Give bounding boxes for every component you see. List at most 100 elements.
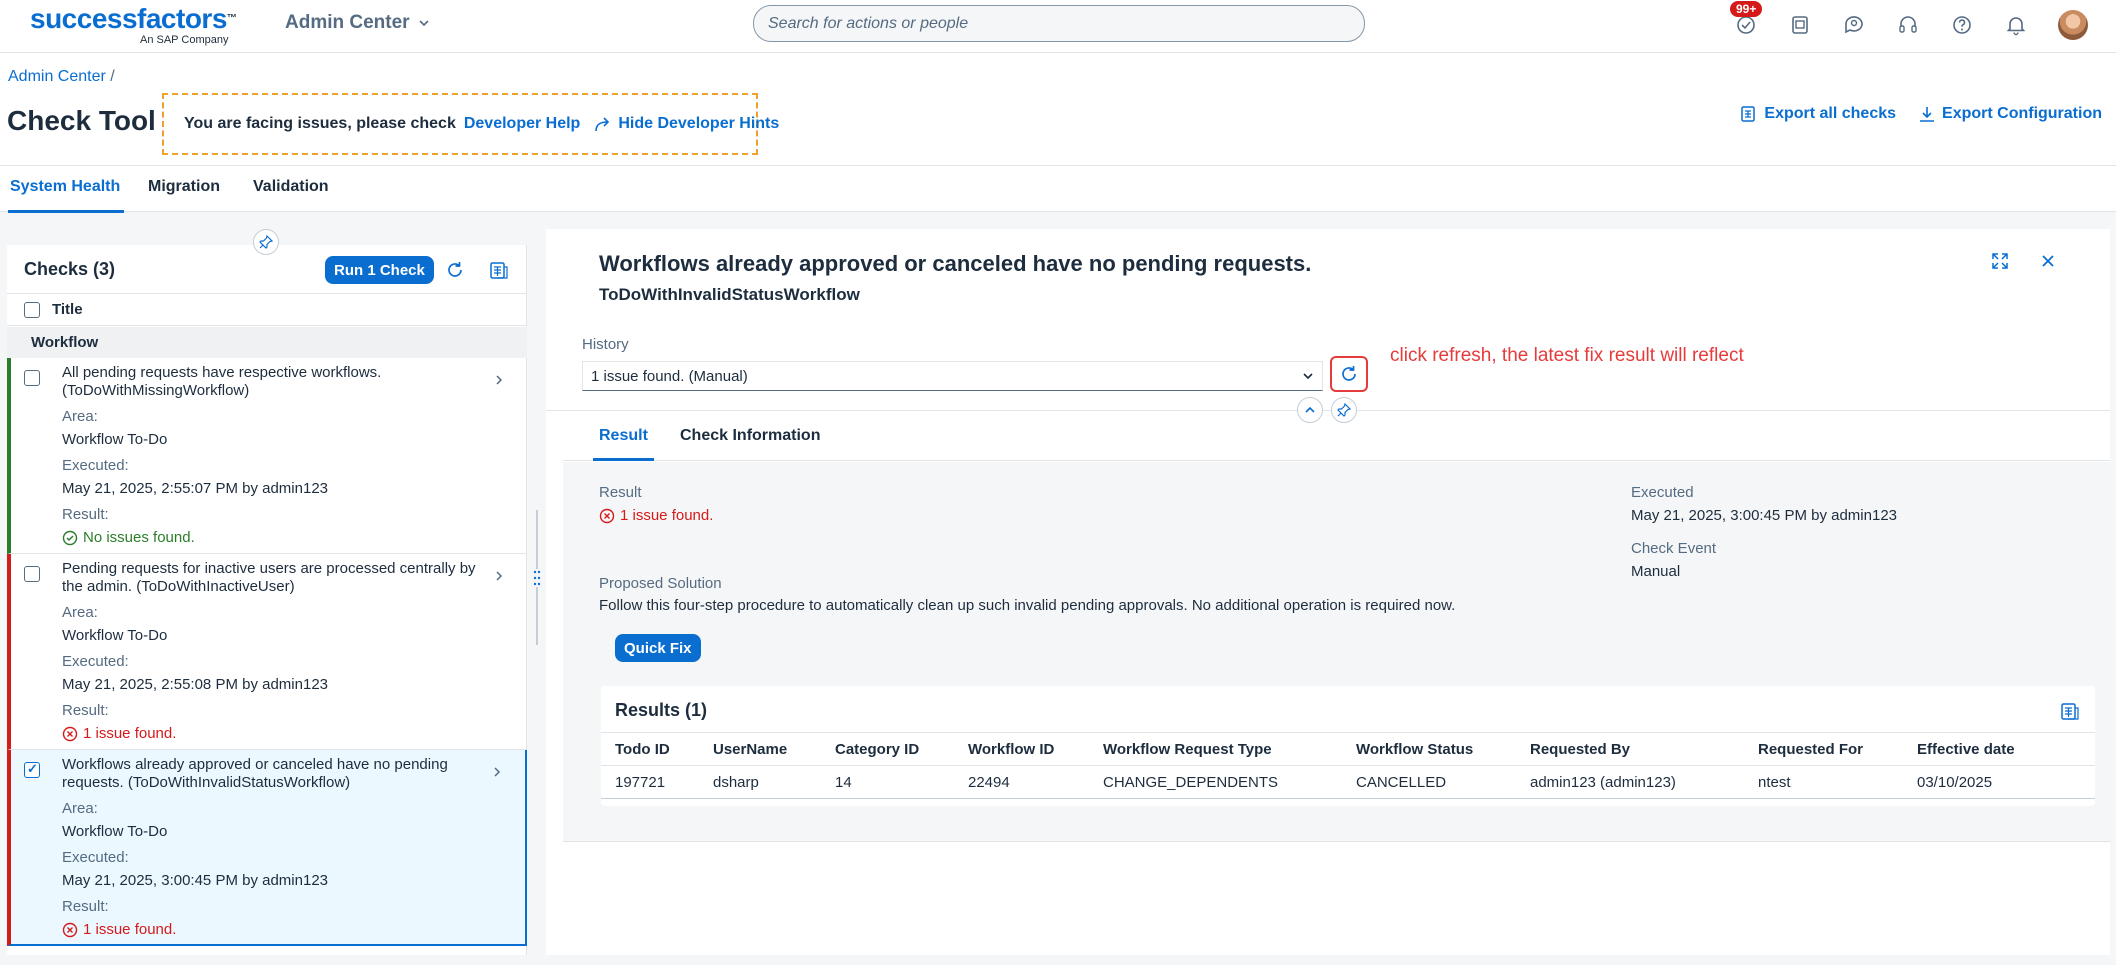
list-item-selected[interactable]: Workflows already approved or canceled h… <box>7 750 527 946</box>
notifications-button[interactable] <box>2004 13 2028 37</box>
tab-result[interactable]: Result <box>593 427 654 461</box>
error-circle-icon <box>599 508 615 523</box>
check-event-label: Check Event <box>1631 540 1717 557</box>
cell-workflow-id: 22494 <box>954 765 1089 799</box>
pin-header-button[interactable] <box>1331 397 1357 423</box>
table-row[interactable]: 197721 dsharp 14 22494 CHANGE_DEPENDENTS… <box>601 765 2095 799</box>
cell-requested-for: ntest <box>1744 765 1903 799</box>
quick-fix-button[interactable]: Quick Fix <box>615 634 701 662</box>
table-header-row: Todo ID UserName Category ID Workflow ID… <box>601 732 2095 766</box>
list-item[interactable]: All pending requests have respective wor… <box>7 358 527 554</box>
cell-todo-id: 197721 <box>601 765 699 799</box>
developer-hint-box: You are facing issues, please check Deve… <box>162 93 779 155</box>
export-configuration-button[interactable]: Export Configuration <box>1918 105 2102 123</box>
logo-subtitle: An SAP Company <box>140 34 229 46</box>
download-icon <box>1920 107 1935 122</box>
refresh-annotation: click refresh, the latest fix result wil… <box>1390 345 1744 366</box>
item-title: All pending requests have respective wor… <box>62 364 382 399</box>
tab-check-information[interactable]: Check Information <box>680 427 820 445</box>
headset-icon <box>1899 16 1917 33</box>
item-checkbox[interactable] <box>24 566 40 582</box>
successfactors-logo[interactable]: successfactors™ An SAP Company <box>30 4 240 47</box>
developer-help-link[interactable]: Developer Help <box>464 115 580 133</box>
column-header[interactable]: Requested For <box>1744 732 1903 766</box>
run-check-button[interactable]: Run 1 Check <box>325 256 434 284</box>
hide-developer-hints-link[interactable]: Hide Developer Hints <box>594 115 779 133</box>
close-icon[interactable] <box>2038 251 2058 271</box>
item-checkbox[interactable] <box>24 370 40 386</box>
result-label: Result: <box>62 898 109 915</box>
grip-icon <box>533 568 541 587</box>
group-header-workflow: Workflow <box>7 327 527 358</box>
reports-button[interactable] <box>1788 13 1812 37</box>
chat-assistant-icon <box>1845 16 1863 34</box>
executed-value: May 21, 2025, 3:00:45 PM by admin123 <box>62 872 329 889</box>
refresh-icon[interactable] <box>444 259 466 281</box>
result-text: 1 issue found. <box>83 921 177 938</box>
column-header[interactable]: Todo ID <box>601 732 699 766</box>
pin-list-button[interactable] <box>253 229 279 255</box>
column-header[interactable]: Effective date <box>1903 732 2095 766</box>
export-table-icon[interactable] <box>488 259 510 281</box>
executed-label: Executed: <box>62 849 129 866</box>
search-input[interactable] <box>754 6 1364 41</box>
help-icon <box>1953 16 1971 34</box>
area-label: Area: <box>62 604 98 621</box>
item-result: Result: No issues found. <box>62 506 195 546</box>
export-table-icon[interactable] <box>2059 700 2081 722</box>
result-label: Result: <box>62 702 109 719</box>
history-refresh-button[interactable] <box>1330 356 1368 392</box>
executed-value: May 21, 2025, 2:55:07 PM by admin123 <box>62 480 329 497</box>
error-circle-icon <box>62 726 78 741</box>
executed-value: May 21, 2025, 2:55:08 PM by admin123 <box>62 676 329 693</box>
shell-bar: successfactors™ An SAP Company Admin Cen… <box>0 0 2116 53</box>
results-title: Results (1) <box>615 700 708 720</box>
support-button[interactable] <box>1896 13 1920 37</box>
panel-splitter[interactable] <box>528 510 546 645</box>
select-all-checkbox[interactable] <box>24 301 40 318</box>
app-menu-button[interactable]: Admin Center <box>285 12 430 34</box>
search-field[interactable] <box>753 5 1365 42</box>
export-configuration-label: Export Configuration <box>1942 105 2102 122</box>
item-checkbox[interactable] <box>24 761 40 778</box>
export-all-checks-button[interactable]: Export all checks <box>1740 105 1896 123</box>
share-arrow-icon <box>595 117 610 132</box>
cell-workflow-status: CANCELLED <box>1342 765 1516 799</box>
breadcrumb: Admin Center / <box>8 68 115 86</box>
cell-requested-by: admin123 (admin123) <box>1516 765 1744 799</box>
detail-toolbar <box>1990 251 2058 271</box>
column-title: Title <box>52 301 83 318</box>
hint-text: You are facing issues, please check <box>184 115 456 132</box>
item-executed: Executed: May 21, 2025, 2:55:07 PM by ad… <box>62 457 328 497</box>
item-result: Result: 1 issue found. <box>62 898 176 938</box>
tab-validation[interactable]: Validation <box>253 178 329 196</box>
page-title: Check Tool <box>7 105 156 136</box>
column-header[interactable]: Workflow Request Type <box>1089 732 1342 766</box>
result-value: 1 issue found. <box>62 921 176 938</box>
column-header[interactable]: Workflow Status <box>1342 732 1516 766</box>
checks-title: Checks (3) <box>24 259 116 279</box>
cell-username: dsharp <box>699 765 821 799</box>
history-select[interactable]: 1 issue found. (Manual) <box>582 361 1323 391</box>
joule-button[interactable] <box>1842 13 1866 37</box>
item-result: Result: 1 issue found. <box>62 702 176 742</box>
column-header[interactable]: Category ID <box>821 732 954 766</box>
result-label: Result <box>599 484 642 501</box>
main-tab-bar: System Health Migration Validation <box>0 165 2116 213</box>
error-circle-icon <box>62 922 78 937</box>
list-item[interactable]: Pending requests for inactive users are … <box>7 554 527 750</box>
collapse-header-button[interactable] <box>1297 397 1323 423</box>
fullscreen-icon[interactable] <box>1990 251 2010 271</box>
user-avatar[interactable] <box>2058 10 2088 40</box>
item-executed: Executed: May 21, 2025, 3:00:45 PM by ad… <box>62 849 328 889</box>
column-header[interactable]: Requested By <box>1516 732 1744 766</box>
column-header[interactable]: UserName <box>699 732 821 766</box>
item-title: Pending requests for inactive users are … <box>62 560 476 595</box>
tab-system-health[interactable]: System Health <box>7 178 125 213</box>
column-header[interactable]: Workflow ID <box>954 732 1089 766</box>
breadcrumb-admin-center[interactable]: Admin Center <box>8 68 106 85</box>
tab-migration[interactable]: Migration <box>148 178 220 196</box>
todo-button[interactable]: 99+ <box>1730 1 1763 37</box>
area-value: Workflow To-Do <box>62 823 168 840</box>
help-button[interactable] <box>1950 13 1974 37</box>
